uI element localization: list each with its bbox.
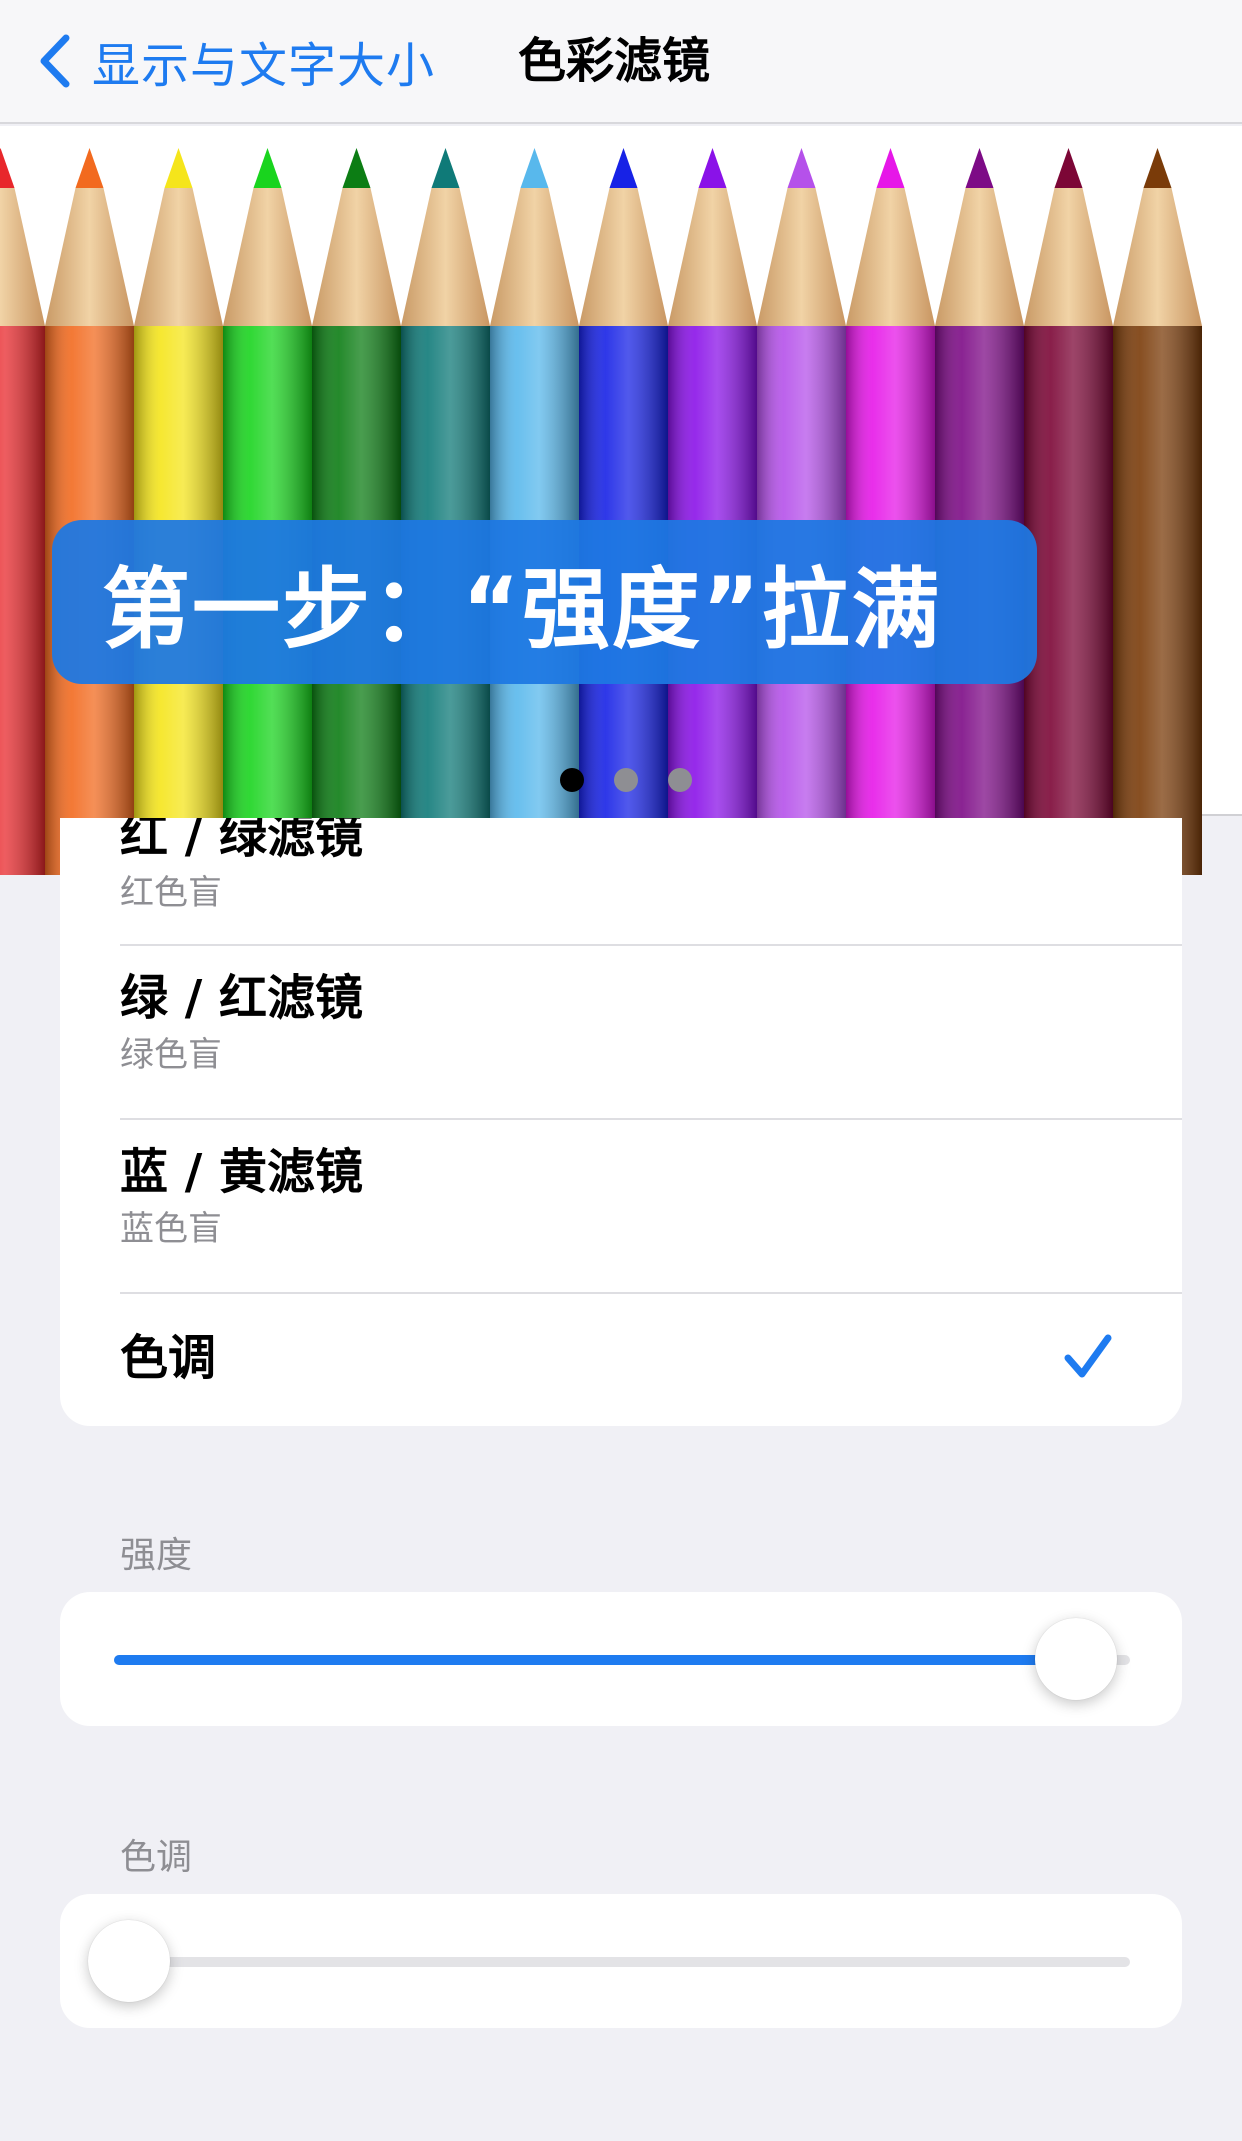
step-caption-text: 第一步：“强度”拉满 xyxy=(102,557,942,661)
intensity-slider-thumb[interactable] xyxy=(1034,1618,1117,1700)
pencil xyxy=(935,148,1024,875)
hue-section-label: 色调 xyxy=(120,1837,193,1878)
page-dot[interactable] xyxy=(668,768,692,792)
navigation-bar: 显示与文字大小 色彩滤镜 xyxy=(0,0,1242,124)
intensity-slider-track[interactable] xyxy=(114,1655,1130,1665)
pencil xyxy=(45,148,134,875)
filter-option-green-red[interactable]: 绿 / 红滤镜 绿色盲 xyxy=(120,946,1182,1120)
pencil xyxy=(223,148,312,875)
step-caption: 第一步：“强度”拉满 xyxy=(52,520,1037,684)
filter-option-red-green[interactable]: 红 / 绿滤镜 红色盲 xyxy=(120,818,1182,946)
chevron-left-icon xyxy=(40,34,70,88)
pencil xyxy=(312,148,401,875)
colored-pencils-image xyxy=(0,148,1202,875)
filter-option-title: 色调 xyxy=(120,1330,217,1386)
pencil xyxy=(846,148,935,875)
filter-option-subtitle: 红色盲 xyxy=(120,873,222,913)
pencil xyxy=(757,148,846,875)
pencil xyxy=(401,148,490,875)
back-button[interactable]: 显示与文字大小 xyxy=(36,26,435,96)
filter-option-title: 绿 / 红滤镜 xyxy=(120,970,363,1026)
page-indicator[interactable] xyxy=(0,768,1242,798)
pencil xyxy=(668,148,757,875)
pencil xyxy=(134,148,223,875)
preview-carousel[interactable]: 第一步：“强度”拉满 xyxy=(0,126,1242,875)
hue-slider-track[interactable] xyxy=(114,1957,1130,1967)
filter-option-blue-yellow[interactable]: 蓝 / 黄滤镜 蓝色盲 xyxy=(120,1120,1182,1294)
hue-slider-card xyxy=(60,1894,1182,2028)
filter-option-color-tint[interactable]: 色调 xyxy=(120,1294,1182,1426)
pencil xyxy=(0,148,45,875)
page-title: 色彩滤镜 xyxy=(518,33,711,89)
back-button-label: 显示与文字大小 xyxy=(92,38,436,94)
filter-option-title: 红 / 绿滤镜 xyxy=(120,818,363,864)
filter-option-subtitle: 绿色盲 xyxy=(120,1035,222,1075)
hue-slider-thumb[interactable] xyxy=(88,1920,170,2002)
pencil xyxy=(490,148,579,875)
filter-option-title: 蓝 / 黄滤镜 xyxy=(120,1144,363,1200)
intensity-section-label: 强度 xyxy=(120,1535,193,1576)
intensity-slider-card xyxy=(60,1592,1182,1726)
pencil xyxy=(1113,148,1202,875)
filter-list: 红 / 绿滤镜 红色盲 绿 / 红滤镜 绿色盲 蓝 / 黄滤镜 蓝色盲 色调 xyxy=(60,818,1182,1426)
filter-option-subtitle: 蓝色盲 xyxy=(120,1209,222,1249)
page-dot[interactable] xyxy=(614,768,638,792)
page-dot[interactable] xyxy=(560,768,584,792)
checkmark-icon xyxy=(1064,1334,1112,1378)
pencil xyxy=(579,148,668,875)
pencil xyxy=(1024,148,1113,875)
intensity-slider-fill xyxy=(114,1655,1090,1665)
